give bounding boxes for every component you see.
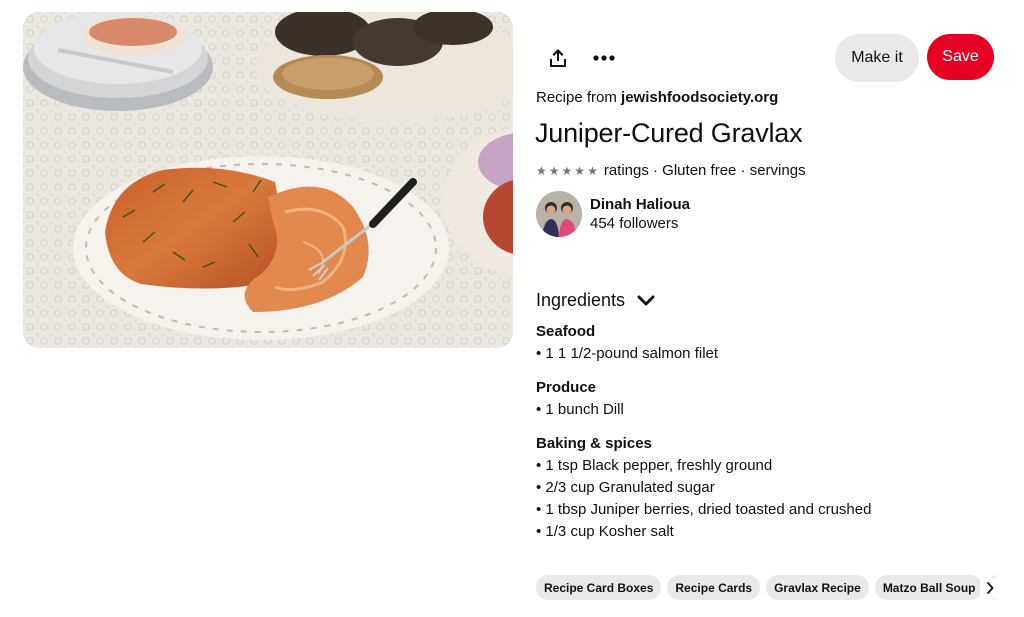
ingredient-item: 1 1 1/2-pound salmon filet <box>536 343 718 365</box>
ingredient-group: Seafood 1 1 1/2-pound salmon filet <box>536 321 718 365</box>
ingredient-group-name: Produce <box>536 379 597 396</box>
save-button[interactable]: Save <box>927 34 994 80</box>
rating-stars: ★ ★ ★ ★ ★ <box>536 165 598 177</box>
gravlax-photo <box>23 12 513 348</box>
source-prefix: Recipe from <box>536 89 617 106</box>
recipe-source: Recipe from jewishfoodsociety.org <box>536 89 778 106</box>
ingredient-group: Baking & spices 1 tsp Black pepper, fres… <box>536 433 871 543</box>
ingredient-item: 1 tbsp Juniper berries, dried toasted an… <box>536 499 871 521</box>
ingredient-item: 1 tsp Black pepper, freshly ground <box>536 455 871 477</box>
tag-chip[interactable]: Recipe Cards <box>667 575 761 600</box>
creator-info: Dinah Halioua 454 followers <box>590 195 690 233</box>
star-icon: ★ <box>574 163 586 178</box>
share-button[interactable] <box>534 34 582 82</box>
more-icon <box>593 55 615 61</box>
tag-chip[interactable]: Matzo Ball Soup <box>874 575 984 600</box>
star-icon: ★ <box>536 163 547 178</box>
ingredient-item: 1/3 cup Kosher salt <box>536 521 871 543</box>
creator-card[interactable]: Dinah Halioua 454 followers <box>536 191 690 237</box>
meta-text: ratings · Gluten free · servings <box>603 162 806 179</box>
tags-next-button[interactable] <box>980 578 1000 598</box>
chevron-right-icon <box>987 582 994 594</box>
tag-chip[interactable]: Recipe Card Boxes <box>536 575 662 600</box>
page-title: Juniper-Cured Gravlax <box>535 118 803 148</box>
star-icon: ★ <box>587 163 598 178</box>
pin-image[interactable] <box>23 12 513 348</box>
recipe-meta: ★ ★ ★ ★ ★ ratings · Gluten free · servin… <box>536 162 806 179</box>
ingredient-item: 2/3 cup Granulated sugar <box>536 477 871 499</box>
make-it-button[interactable]: Make it <box>835 34 919 82</box>
ingredient-group-name: Baking & spices <box>536 435 652 452</box>
chevron-down-icon <box>637 295 655 307</box>
ingredients-heading: Ingredients <box>536 290 626 310</box>
ingredient-group: Produce 1 bunch Dill <box>536 377 624 421</box>
share-icon <box>550 49 566 67</box>
avatar[interactable] <box>536 191 582 237</box>
creator-name[interactable]: Dinah Halioua <box>590 195 690 214</box>
more-options-button[interactable] <box>580 34 628 82</box>
ingredient-group-name: Seafood <box>536 323 596 340</box>
star-icon: ★ <box>548 163 560 178</box>
star-icon: ★ <box>561 163 573 178</box>
ingredients-toggle[interactable]: Ingredients <box>536 290 655 311</box>
related-tags: Recipe Card Boxes Recipe Cards Gravlax R… <box>536 575 996 601</box>
tag-chip[interactable]: Gravlax Recipe <box>766 575 869 600</box>
source-link[interactable]: jewishfoodsociety.org <box>621 89 778 106</box>
creator-followers: 454 followers <box>590 215 679 232</box>
pin-actions: Make it Save <box>536 34 996 82</box>
ingredient-item: 1 bunch Dill <box>536 399 623 421</box>
